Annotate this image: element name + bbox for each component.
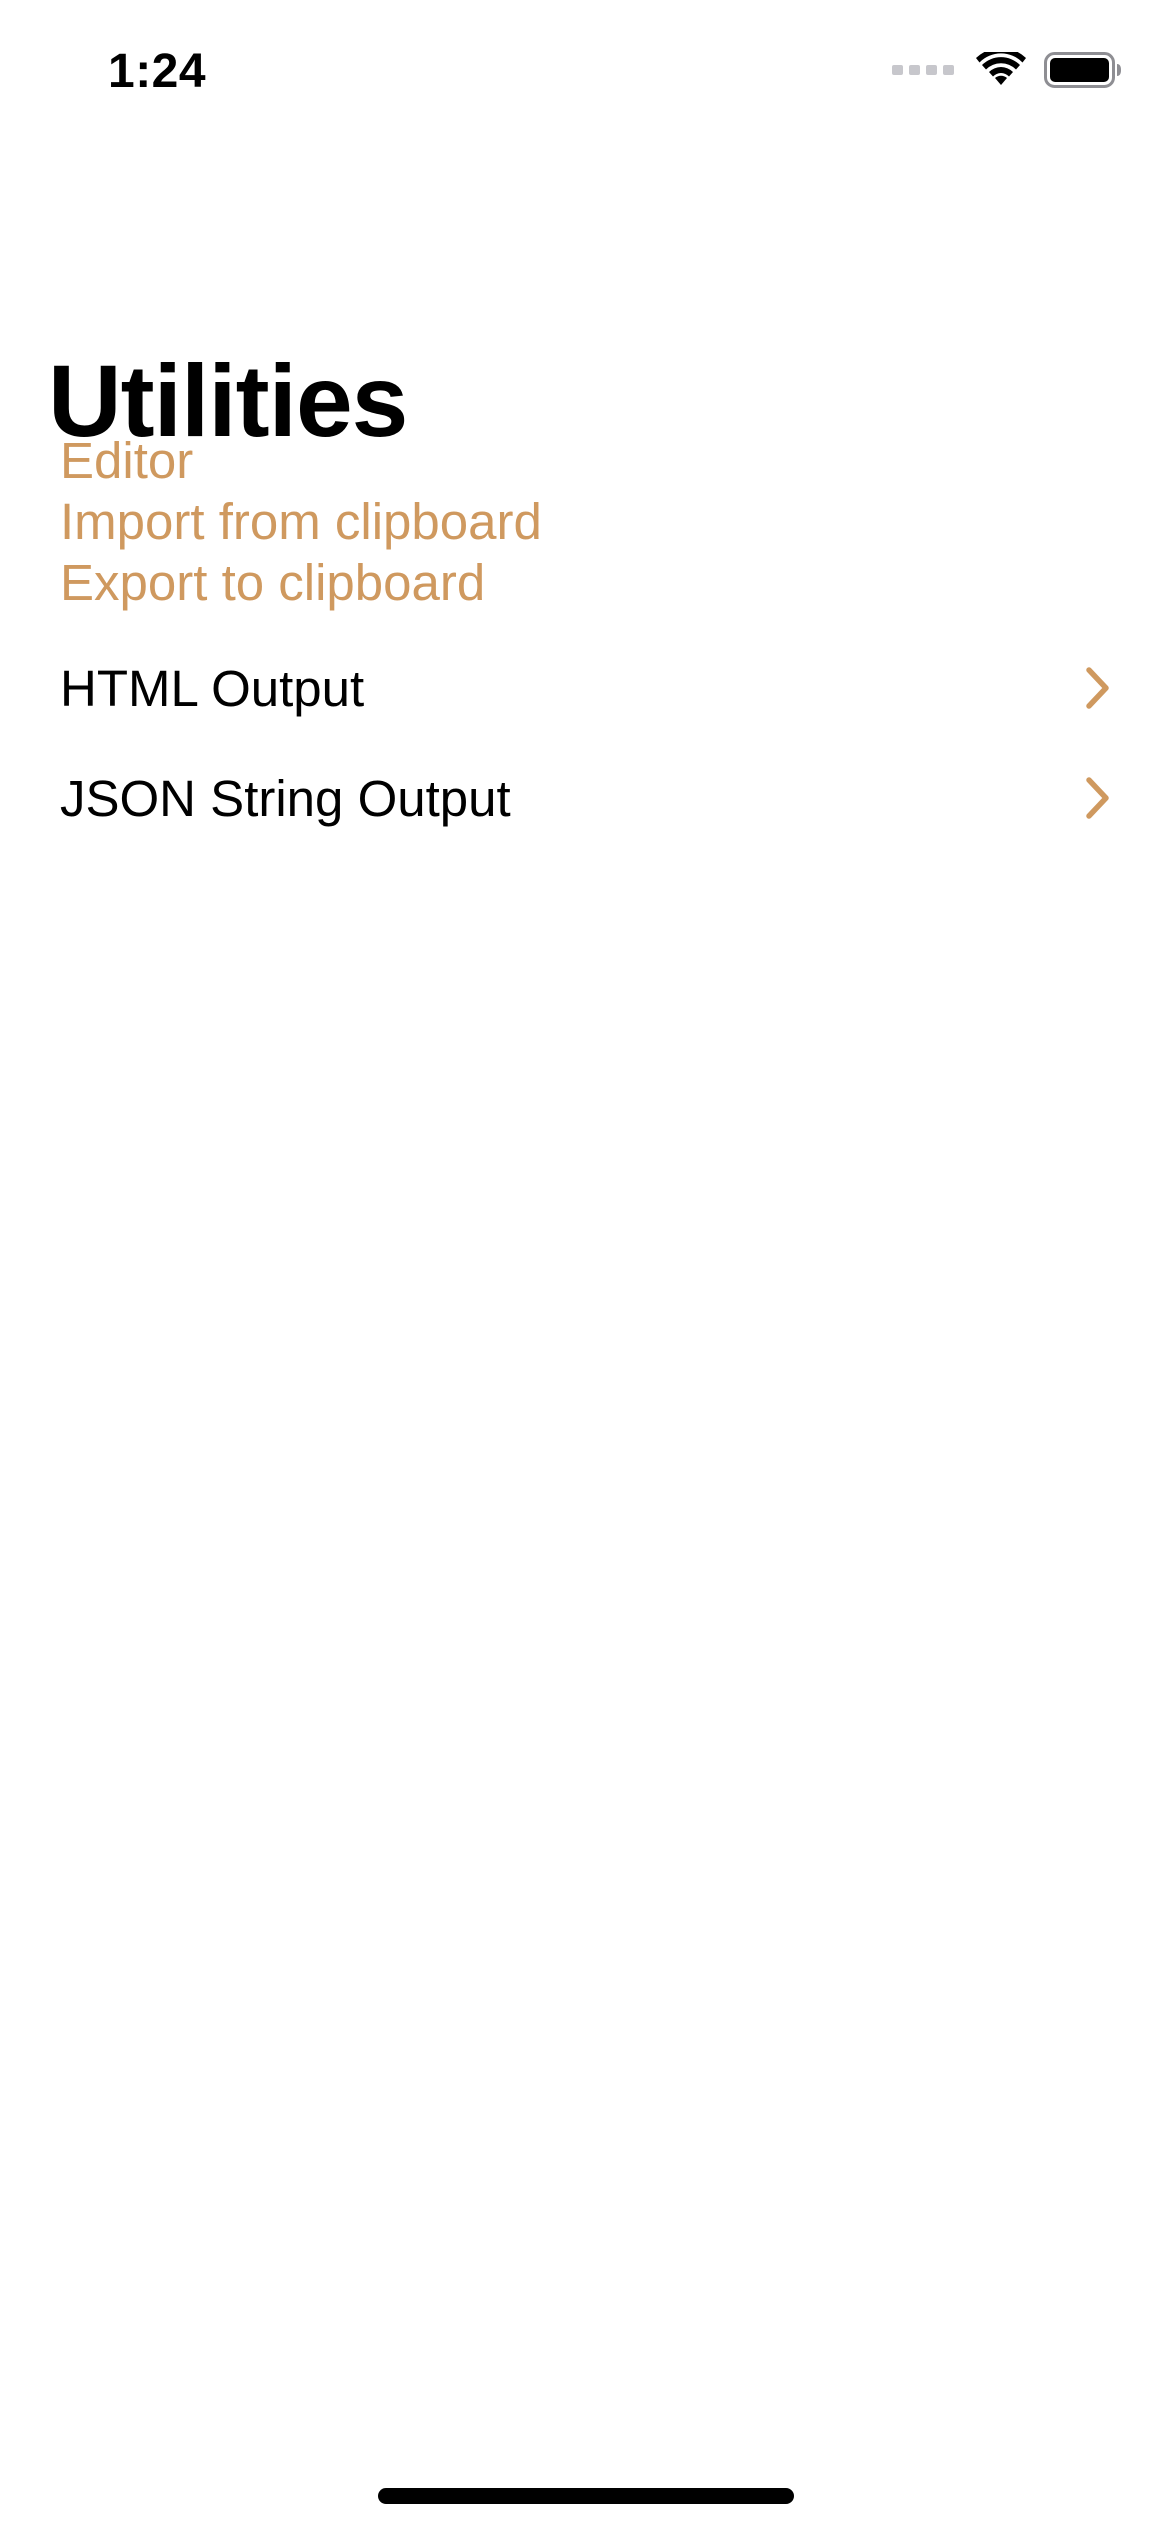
action-list: Editor Import from clipboard Export to c… xyxy=(60,430,542,613)
battery-icon xyxy=(1044,52,1121,88)
nav-list: HTML Output JSON String Output xyxy=(60,633,1112,853)
nav-item-label: HTML Output xyxy=(60,659,365,717)
editor-button[interactable]: Editor xyxy=(60,430,542,491)
nav-item-html-output[interactable]: HTML Output xyxy=(60,633,1112,743)
status-time: 1:24 xyxy=(108,45,207,98)
cellular-signal-icon xyxy=(892,65,954,75)
wifi-icon xyxy=(976,52,1026,85)
nav-item-json-string-output[interactable]: JSON String Output xyxy=(60,743,1112,853)
export-to-clipboard-button[interactable]: Export to clipboard xyxy=(60,552,542,613)
nav-item-label: JSON String Output xyxy=(60,769,511,827)
status-bar: 1:24 xyxy=(0,0,1170,150)
chevron-right-icon xyxy=(1086,667,1109,709)
chevron-right-icon xyxy=(1086,777,1109,819)
home-indicator[interactable] xyxy=(378,2488,794,2504)
status-icons xyxy=(892,52,1122,88)
import-from-clipboard-button[interactable]: Import from clipboard xyxy=(60,491,542,552)
